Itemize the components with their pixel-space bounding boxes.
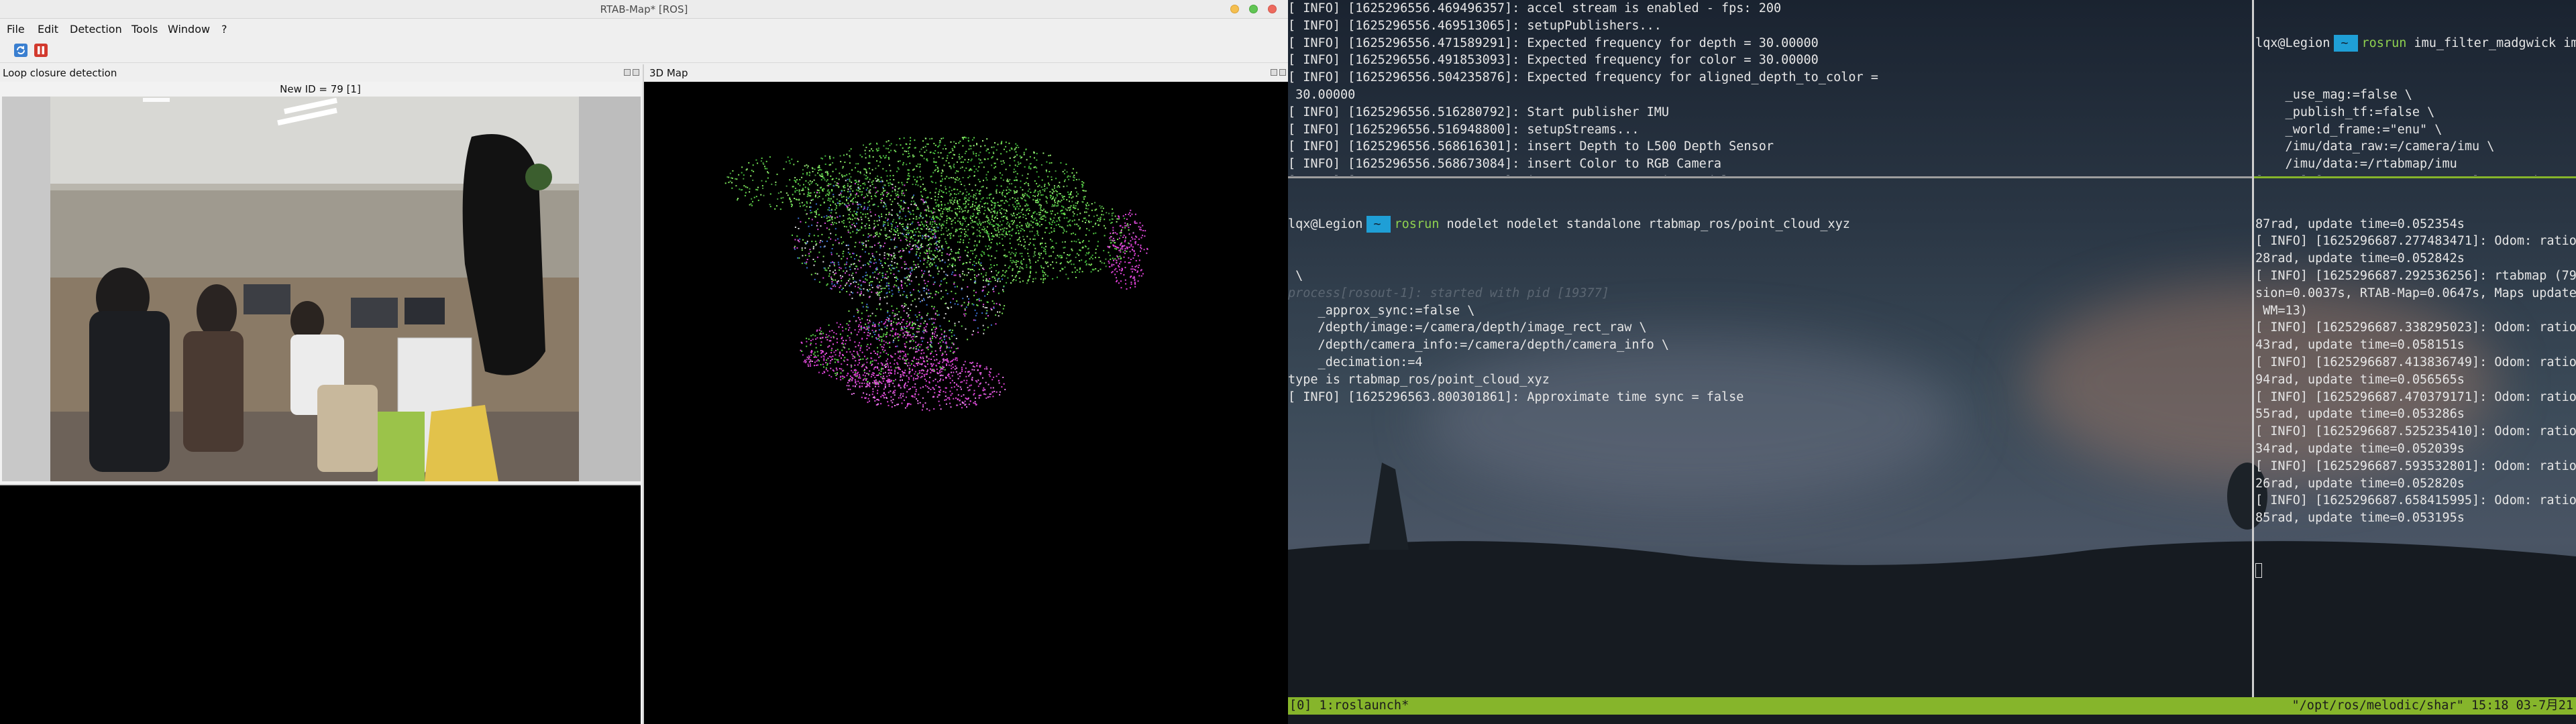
terminal-pane-rtabmap[interactable]: 87rad, update time=0.052354s [ INFO] [162… bbox=[2255, 181, 2576, 697]
3d-map-title: 3D Map bbox=[649, 67, 688, 79]
camera-image bbox=[2, 97, 641, 481]
terminal-line: [ INFO] [1625296687.413836749]: Odom: ra… bbox=[2255, 355, 2576, 369]
prompt-command: rosrun bbox=[2361, 36, 2407, 50]
terminal-line: [ INFO] [1625296556.516948800]: setupStr… bbox=[1288, 122, 1640, 137]
terminal-pane-roslaunch[interactable]: [ INFO] [1625296556.469496357]: accel st… bbox=[1288, 0, 2251, 176]
terminal-line: [ INFO] [1625296687.525235410]: Odom: ra… bbox=[2255, 424, 2576, 439]
terminal-line: /imu/data:=/rtabmap/imu bbox=[2255, 157, 2457, 172]
terminal-line: 30.00000 bbox=[1288, 87, 1356, 102]
toolbar bbox=[0, 39, 1288, 63]
refresh-icon[interactable] bbox=[13, 43, 28, 58]
loop-closure-header: Loop closure detection bbox=[0, 64, 641, 82]
loop-closure-panel: Loop closure detection New ID = 79 [1] bbox=[0, 64, 641, 724]
terminal-line: process[rosout-1]: started with pid [193… bbox=[1288, 286, 1609, 300]
terminal-line: [ INFO] [1625296556.516280792]: Start pu… bbox=[1288, 105, 1670, 119]
terminal-line: \ bbox=[1288, 268, 1303, 283]
menu-help[interactable]: ? bbox=[221, 23, 227, 36]
terminal-line: WM=13) bbox=[2255, 303, 2308, 318]
terminal-line: [ INFO] [1625296556.568697709]: insert G… bbox=[1288, 173, 2251, 176]
terminal-line: [ INFO] [1625296556.469513065]: setupPub… bbox=[1288, 18, 1662, 33]
menu-window[interactable]: Window bbox=[168, 23, 210, 36]
pane-divider-horizontal-right[interactable] bbox=[2254, 176, 2576, 178]
terminal-line: 55rad, update time=0.053286s bbox=[2255, 407, 2465, 422]
terminal-line: [ INFO] [1625296556.568673084]: insert C… bbox=[1288, 157, 1722, 172]
minimize-button[interactable] bbox=[1230, 5, 1239, 13]
terminal-line: /imu/data_raw:=/camera/imu \ bbox=[2255, 139, 2495, 154]
prompt-args: nodelet nodelet standalone rtabmap_ros/p… bbox=[1439, 217, 1850, 231]
loop-closure-view: New ID = 79 [1] bbox=[0, 82, 641, 484]
tmux-window-list[interactable]: [0] 1:roslaunch* bbox=[1289, 697, 1409, 715]
terminal-line: 26rad, update time=0.052820s bbox=[2255, 476, 2465, 491]
3d-map-panel: 3D Map bbox=[643, 64, 1288, 724]
terminal-line: _use_mag:=false \ bbox=[2255, 87, 2412, 102]
terminal-pane-point-cloud[interactable]: lqx@Legion ~ rosrun nodelet nodelet standa… bbox=[1288, 181, 2251, 697]
3d-map-view[interactable] bbox=[643, 82, 1288, 724]
loop-closure-empty-view bbox=[0, 484, 641, 724]
terminal-line: _world_frame:="enu" \ bbox=[2255, 122, 2443, 137]
terminal-line: [ INFO] [1625296563.800301861]: Approxim… bbox=[1288, 389, 1744, 404]
close-panel-icon[interactable] bbox=[1279, 69, 1286, 76]
menu-detection[interactable]: Detection bbox=[70, 23, 122, 36]
terminal-line: 87rad, update time=0.052354s bbox=[2255, 217, 2465, 231]
menu-bar: File Edit Detection Tools Window ? bbox=[0, 19, 1288, 39]
prompt-user: lqx@Legion bbox=[1288, 217, 1363, 231]
terminal-line: 34rad, update time=0.052039s bbox=[2255, 441, 2465, 456]
terminal-line: type is rtabmap_ros/point_cloud_xyz bbox=[1288, 372, 1550, 387]
terminal-line: [ INFO] [1625296687.658415995]: Odom: ra… bbox=[2255, 493, 2576, 508]
tmux-status-bar: [0] 1:roslaunch* "/opt/ros/melodic/shar"… bbox=[1288, 697, 2576, 715]
terminal-line: _publish_tf:=false \ bbox=[2255, 105, 2435, 119]
terminal-line: 28rad, update time=0.052842s bbox=[2255, 251, 2465, 266]
close-panel-icon[interactable] bbox=[633, 69, 639, 76]
terminal-line: [ INFO] [1625296556.568616301]: insert D… bbox=[1288, 139, 1774, 154]
new-id-label: New ID = 79 [1] bbox=[280, 83, 361, 95]
terminal-line: [ INFO] [1625296556.469496357]: accel st… bbox=[1288, 1, 1782, 15]
3d-map-header: 3D Map bbox=[643, 64, 1288, 82]
prompt-arrow-icon: ~ bbox=[2334, 34, 2358, 52]
terminal-pane-imu-filter[interactable]: lqx@Legion ~ rosrun imu_filter_madgwick im… bbox=[2255, 0, 2576, 176]
terminal-line: [ INFO] [1625296559.106926513]: Starting… bbox=[2255, 173, 2576, 176]
menu-tools[interactable]: Tools bbox=[131, 23, 158, 36]
terminal-line: 43rad, update time=0.058151s bbox=[2255, 338, 2465, 353]
tmux-status-right: "/opt/ros/melodic/shar" 15:18 03-7月21 bbox=[2292, 699, 2573, 713]
terminal-window: [ INFO] [1625296556.469496357]: accel st… bbox=[1288, 0, 2576, 724]
terminal-line: [ INFO] [1625296556.471589291]: Expected… bbox=[1288, 36, 1819, 50]
terminal-line: 94rad, update time=0.056565s bbox=[2255, 372, 2465, 387]
terminal-line: [ INFO] [1625296687.470379171]: Odom: ra… bbox=[2255, 389, 2576, 404]
prompt-arrow-icon: ~ bbox=[1366, 215, 1391, 233]
menu-file[interactable]: File bbox=[7, 23, 25, 36]
rtabmap-window: RTAB-Map* [ROS] File Edit Detection Tool… bbox=[0, 0, 1288, 724]
terminal-line: [ INFO] [1625296687.593532801]: Odom: ra… bbox=[2255, 459, 2576, 473]
terminal-line: [ INFO] [1625296556.504235876]: Expected… bbox=[1288, 70, 1878, 85]
prompt-args: imu_filter_madgwick imu_filter_node \ bbox=[2414, 36, 2576, 50]
prompt-command: rosrun bbox=[1394, 217, 1440, 231]
terminal-line: [ INFO] [1625296687.338295023]: Odom: ra… bbox=[2255, 320, 2576, 335]
undock-icon[interactable] bbox=[624, 69, 631, 76]
terminal-line: _decimation:=4 bbox=[1288, 355, 1423, 369]
pause-icon[interactable] bbox=[34, 43, 48, 58]
point-cloud bbox=[724, 136, 1148, 412]
terminal-line: _approx_sync:=false \ bbox=[1288, 303, 1475, 318]
terminal-line: /depth/camera_info:=/camera/depth/camera… bbox=[1288, 338, 1670, 353]
terminal-line: sion=0.0037s, RTAB-Map=0.0647s, Maps upd… bbox=[2255, 286, 2576, 300]
terminal-line: 85rad, update time=0.053195s bbox=[2255, 511, 2465, 526]
undock-icon[interactable] bbox=[1271, 69, 1277, 76]
menu-edit[interactable]: Edit bbox=[38, 23, 58, 36]
loop-closure-title: Loop closure detection bbox=[3, 67, 117, 79]
terminal-line: [ INFO] [1625296687.277483471]: Odom: ra… bbox=[2255, 234, 2576, 249]
maximize-button[interactable] bbox=[1249, 5, 1258, 13]
terminal-line: [ INFO] [1625296556.491853093]: Expected… bbox=[1288, 53, 1819, 68]
window-titlebar: RTAB-Map* [ROS] bbox=[0, 0, 1288, 19]
terminal-line: [ INFO] [1625296687.292536256]: rtabmap … bbox=[2255, 268, 2576, 283]
pane-divider-vertical[interactable] bbox=[2252, 0, 2254, 697]
prompt-user: lqx@Legion bbox=[2255, 36, 2330, 50]
pane-divider-horizontal-left[interactable] bbox=[1288, 176, 2252, 178]
window-title: RTAB-Map* [ROS] bbox=[600, 3, 688, 15]
terminal-cursor bbox=[2255, 562, 2262, 578]
terminal-line: /depth/image:=/camera/depth/image_rect_r… bbox=[1288, 320, 1647, 335]
close-button[interactable] bbox=[1268, 5, 1277, 13]
